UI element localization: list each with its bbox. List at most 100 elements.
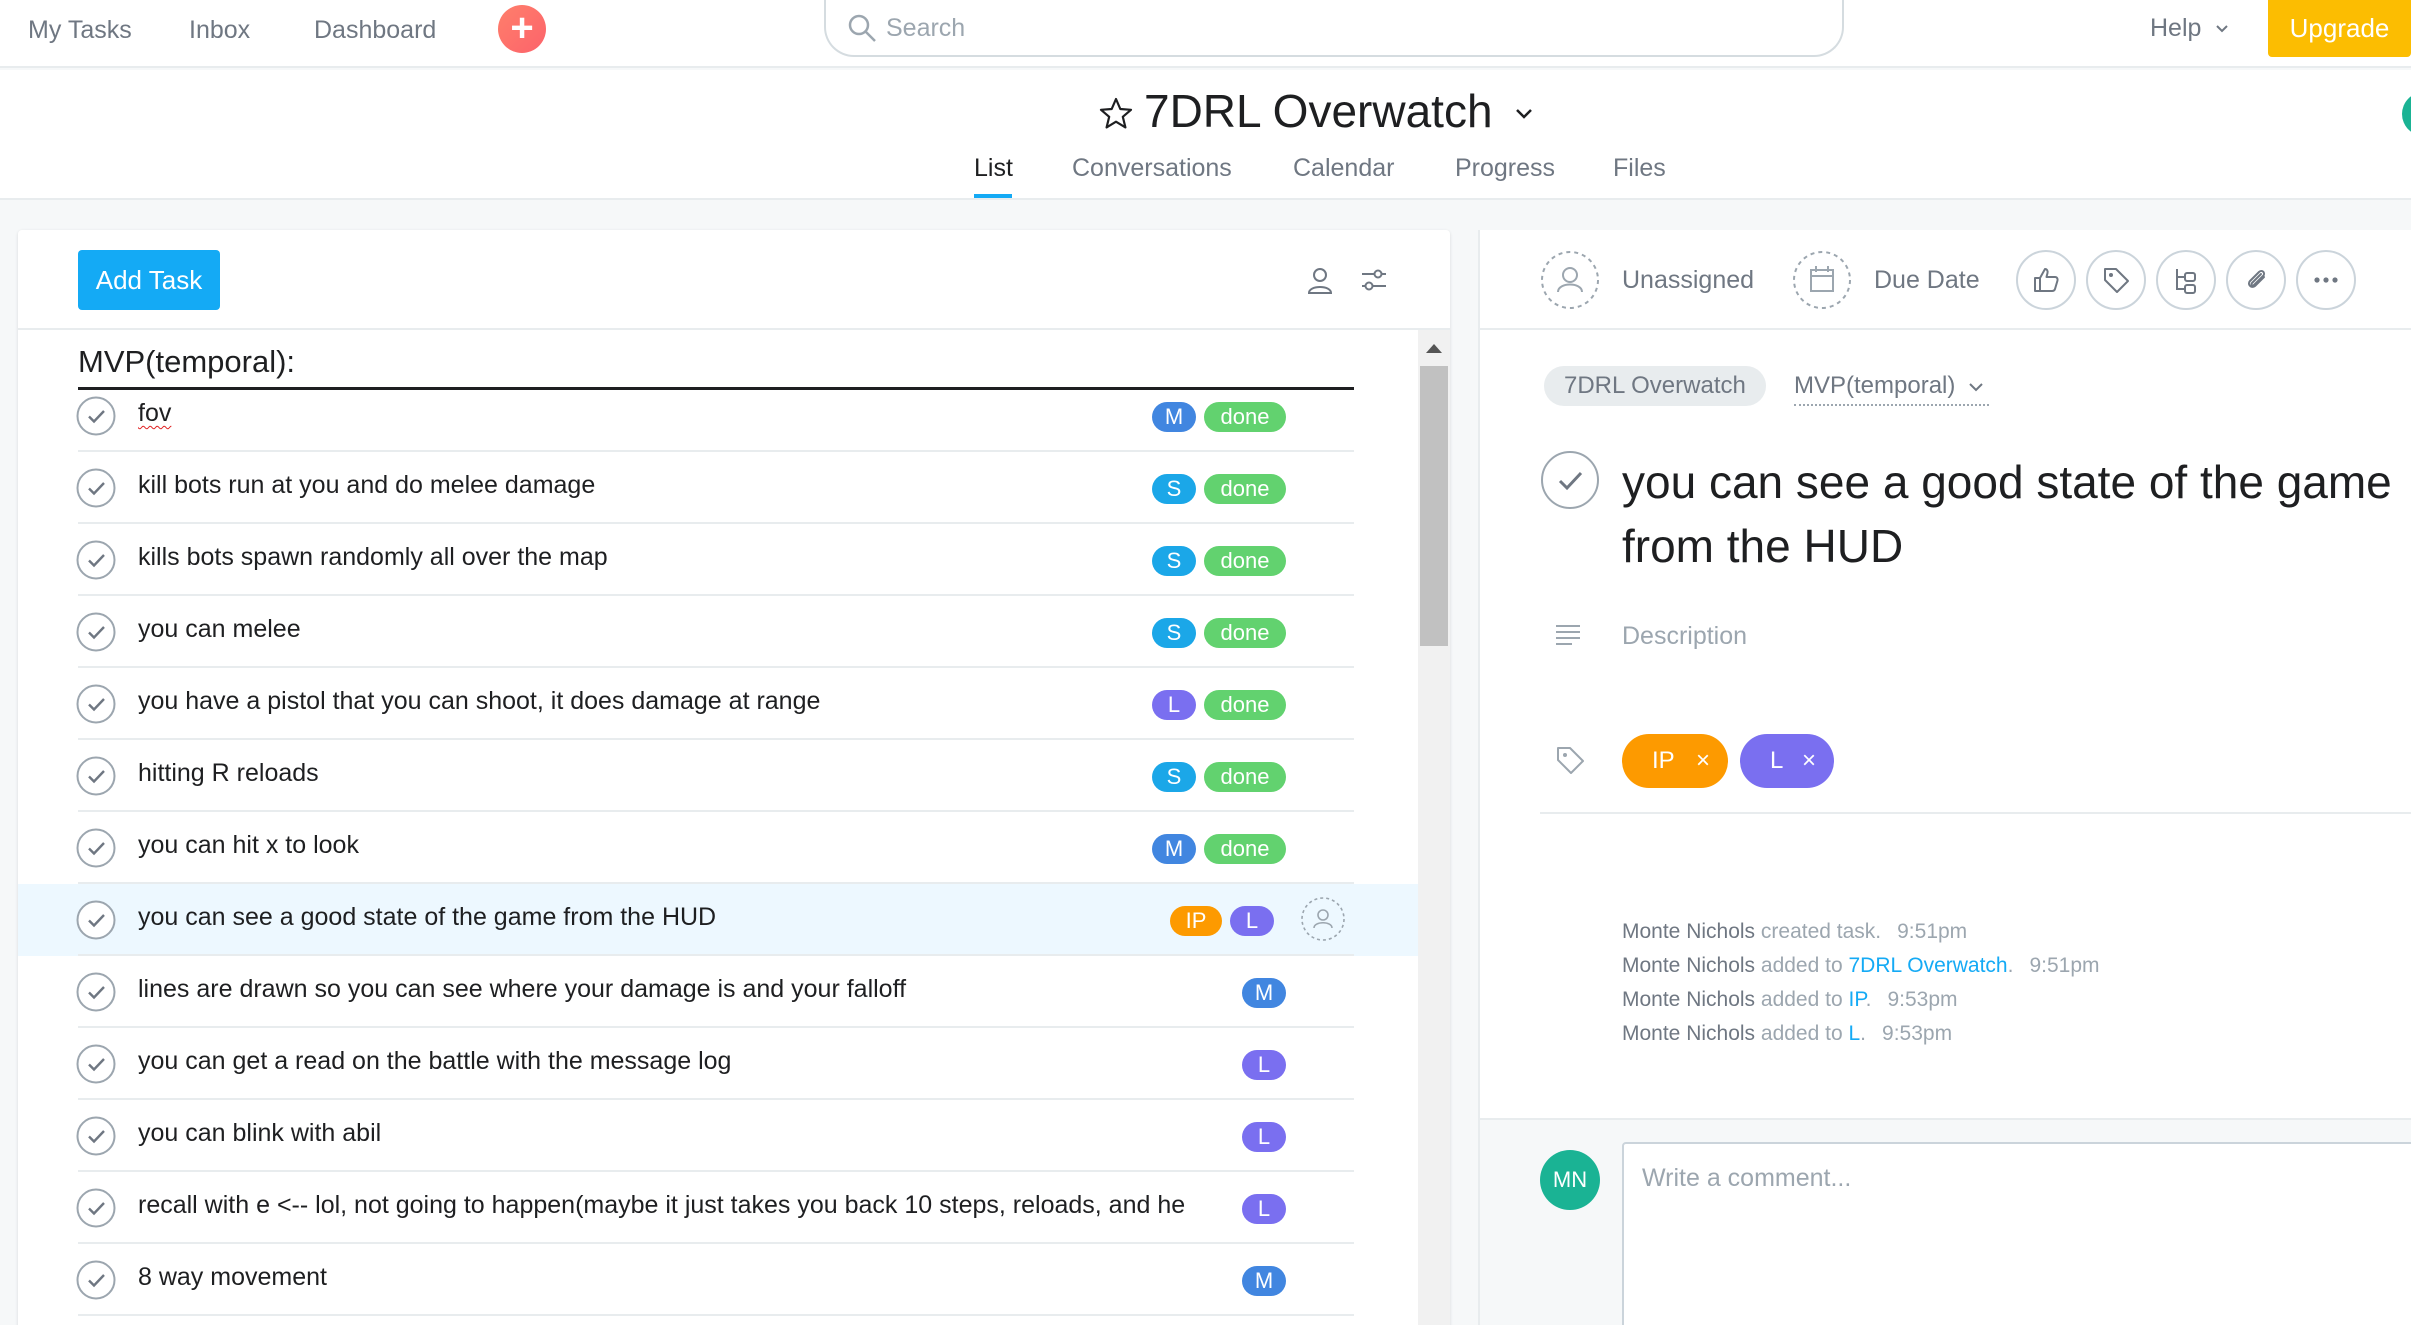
assignee-icon[interactable]	[1540, 250, 1600, 310]
badge-m[interactable]: M	[1152, 834, 1196, 864]
assignee-icon[interactable]	[1300, 896, 1346, 942]
badge-s[interactable]: S	[1152, 546, 1196, 576]
task-row[interactable]: kill bots run at you and do melee damage…	[18, 452, 1418, 524]
task-name[interactable]: recall with e <-- lol, not going to happ…	[138, 1191, 1185, 1220]
task-row[interactable]: fov done M	[18, 380, 1418, 452]
close-icon[interactable]: ×	[1696, 734, 1710, 788]
nav-inbox[interactable]: Inbox	[189, 14, 250, 46]
status-badge[interactable]: done	[1204, 546, 1286, 576]
task-row[interactable]: lines are drawn so you can see where you…	[18, 956, 1418, 1028]
more-actions-button[interactable]	[2296, 250, 2356, 310]
task-row[interactable]: you can blink with abil L	[18, 1100, 1418, 1172]
quick-add-button[interactable]: +	[498, 5, 546, 53]
status-badge[interactable]: done	[1204, 762, 1286, 792]
task-row[interactable]: 8 way movement M	[18, 1244, 1418, 1316]
task-name[interactable]: fov	[138, 399, 171, 428]
help-menu[interactable]: Help	[2150, 14, 2230, 43]
check-icon[interactable]	[76, 612, 116, 652]
activity-link[interactable]: 7DRL Overwatch	[1848, 954, 2007, 977]
status-badge[interactable]: done	[1204, 402, 1286, 432]
status-badge[interactable]: done	[1204, 834, 1286, 864]
search-bar[interactable]	[824, 0, 1844, 57]
calendar-icon[interactable]	[1792, 250, 1852, 310]
check-icon[interactable]	[76, 972, 116, 1012]
tab-progress[interactable]: Progress	[1455, 154, 1555, 183]
status-badge[interactable]: done	[1204, 618, 1286, 648]
task-row[interactable]: kills bots spawn randomly all over the m…	[18, 524, 1418, 596]
task-row[interactable]: hitting R reloads done S	[18, 740, 1418, 812]
badge-s[interactable]: S	[1152, 474, 1196, 504]
check-icon[interactable]	[76, 684, 116, 724]
check-icon[interactable]	[76, 1260, 116, 1300]
check-icon[interactable]	[76, 1188, 116, 1228]
task-name[interactable]: you can blink with abil	[138, 1119, 381, 1148]
activity-link[interactable]: IP	[1848, 988, 1865, 1011]
attach-button[interactable]	[2226, 250, 2286, 310]
tag-ip[interactable]: IP ×	[1622, 734, 1728, 788]
tab-files[interactable]: Files	[1613, 154, 1666, 183]
check-icon[interactable]	[76, 468, 116, 508]
task-row[interactable]: recall with e <-- lol, not going to happ…	[18, 1172, 1418, 1244]
nav-my-tasks[interactable]: My Tasks	[28, 14, 132, 46]
activity-author[interactable]: Monte Nichols	[1622, 988, 1755, 1011]
star-icon[interactable]	[1098, 96, 1134, 132]
subtasks-button[interactable]	[2156, 250, 2216, 310]
check-icon[interactable]	[76, 1044, 116, 1084]
badge-m[interactable]: M	[1242, 978, 1286, 1008]
search-input[interactable]	[886, 10, 1786, 46]
comment-box[interactable]	[1622, 1142, 2411, 1325]
task-row[interactable]: you can get a read on the battle with th…	[18, 1028, 1418, 1100]
task-title[interactable]: you can see a good state of the game fro…	[1622, 450, 2411, 578]
task-row[interactable]: you can hit x to look done M	[18, 812, 1418, 884]
task-name[interactable]: 8 way movement	[138, 1263, 327, 1292]
complete-task-icon[interactable]	[1540, 450, 1600, 510]
check-icon[interactable]	[76, 540, 116, 580]
task-row[interactable]: you can see a good state of the game fro…	[18, 884, 1418, 956]
avatar[interactable]	[2402, 92, 2411, 136]
upgrade-button[interactable]: Upgrade	[2268, 0, 2411, 57]
task-row[interactable]: you have a pistol that you can shoot, it…	[18, 668, 1418, 740]
check-icon[interactable]	[76, 828, 116, 868]
badge-s[interactable]: S	[1152, 762, 1196, 792]
check-icon[interactable]	[76, 900, 116, 940]
add-task-button[interactable]: Add Task	[78, 250, 220, 310]
filter-icon[interactable]	[1358, 264, 1390, 296]
task-name[interactable]: you can see a good state of the game fro…	[138, 903, 716, 932]
project-chip[interactable]: 7DRL Overwatch	[1544, 366, 1766, 406]
description-field[interactable]: Description	[1622, 622, 1747, 651]
chevron-down-icon[interactable]	[1512, 102, 1536, 126]
activity-author[interactable]: Monte Nichols	[1622, 920, 1755, 943]
check-icon[interactable]	[76, 1116, 116, 1156]
activity-link[interactable]: L	[1848, 1022, 1860, 1045]
status-badge[interactable]: done	[1204, 474, 1286, 504]
task-name[interactable]: you can melee	[138, 615, 301, 644]
project-title[interactable]: 7DRL Overwatch	[1144, 84, 1493, 138]
task-row[interactable]: you can melee done S	[18, 596, 1418, 668]
check-icon[interactable]	[76, 756, 116, 796]
close-icon[interactable]: ×	[1802, 734, 1816, 788]
task-name[interactable]: you can get a read on the battle with th…	[138, 1047, 731, 1076]
due-date-label[interactable]: Due Date	[1874, 266, 1980, 295]
tab-list[interactable]: List	[974, 154, 1013, 183]
status-badge[interactable]: done	[1204, 690, 1286, 720]
check-icon[interactable]	[76, 396, 116, 436]
tab-conversations[interactable]: Conversations	[1072, 154, 1232, 183]
activity-author[interactable]: Monte Nichols	[1622, 1022, 1755, 1045]
task-name[interactable]: you can hit x to look	[138, 831, 359, 860]
person-icon[interactable]	[1304, 264, 1336, 296]
badge-s[interactable]: S	[1152, 618, 1196, 648]
badge-l[interactable]: L	[1242, 1194, 1286, 1224]
task-name[interactable]: hitting R reloads	[138, 759, 319, 788]
badge-l[interactable]: L	[1152, 690, 1196, 720]
badge-m[interactable]: M	[1242, 1266, 1286, 1296]
tab-calendar[interactable]: Calendar	[1293, 154, 1394, 183]
assignee-label[interactable]: Unassigned	[1622, 266, 1754, 295]
like-button[interactable]	[2016, 250, 2076, 310]
task-name[interactable]: lines are drawn so you can see where you…	[138, 975, 906, 1004]
scroll-thumb[interactable]	[1420, 366, 1448, 646]
section-chip[interactable]: MVP(temporal)	[1794, 366, 1990, 406]
activity-author[interactable]: Monte Nichols	[1622, 954, 1755, 977]
badge-l[interactable]: L	[1242, 1122, 1286, 1152]
nav-dashboard[interactable]: Dashboard	[314, 14, 436, 46]
scrollbar[interactable]	[1418, 330, 1450, 1325]
